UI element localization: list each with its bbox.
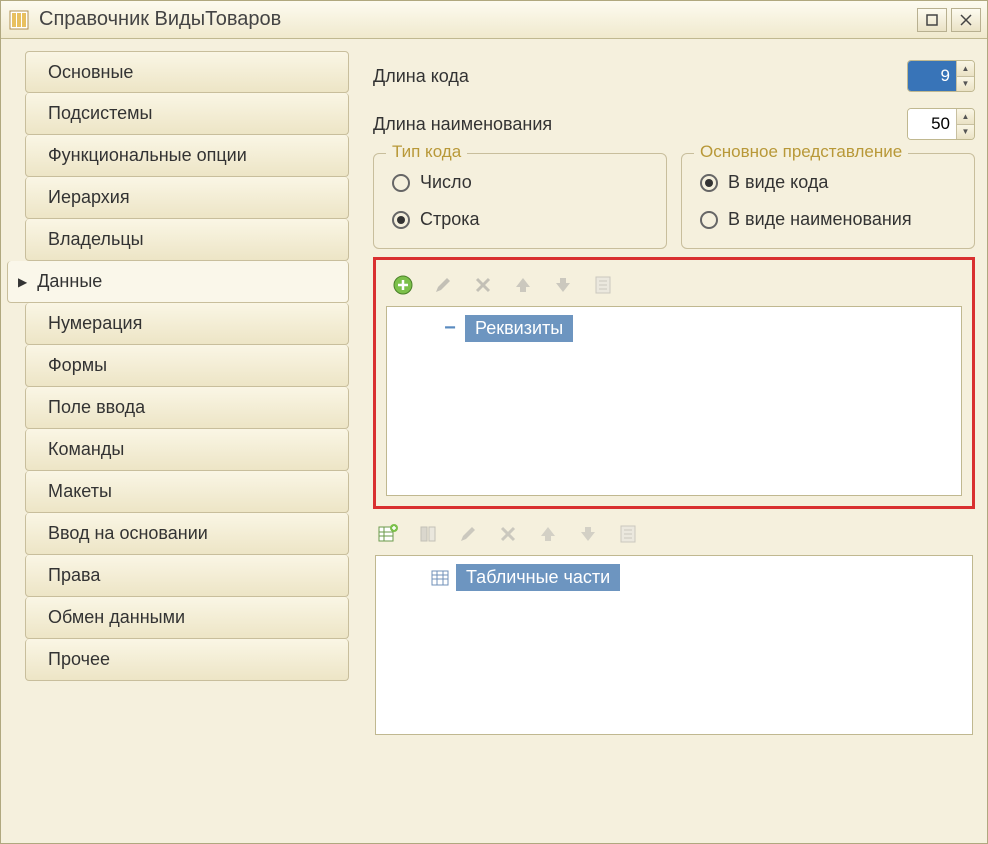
radio-label: Число	[420, 172, 472, 193]
spinner-up-icon[interactable]: ▲	[957, 61, 974, 77]
radio-as-code[interactable]: В виде кода	[700, 172, 960, 193]
sidebar-item-label: Права	[48, 565, 100, 586]
attributes-tree[interactable]: − Реквизиты	[386, 306, 962, 496]
sidebar-item-commands[interactable]: Команды	[25, 429, 349, 471]
tabular-tree[interactable]: Табличные части	[375, 555, 973, 735]
radio-number[interactable]: Число	[392, 172, 652, 193]
tabular-toolbar	[375, 517, 973, 555]
table-icon	[430, 569, 450, 587]
sidebar-item-data-exchange[interactable]: Обмен данными	[25, 597, 349, 639]
sidebar-item-label: Владельцы	[48, 229, 144, 250]
sidebar-item-other[interactable]: Прочее	[25, 639, 349, 681]
maximize-button[interactable]	[917, 8, 947, 32]
radio-icon	[392, 174, 410, 192]
window-controls	[917, 8, 981, 32]
properties-button[interactable]	[615, 521, 641, 547]
move-down-button[interactable]	[575, 521, 601, 547]
sidebar-item-label: Обмен данными	[48, 607, 185, 628]
sidebar-item-label: Иерархия	[48, 187, 130, 208]
main-presentation-fieldset: Основное представление В виде кода В вид…	[681, 153, 975, 249]
tree-root-label: Табличные части	[456, 564, 620, 591]
radio-icon	[392, 211, 410, 229]
group-row: Тип кода Число Строка Основное представл…	[373, 153, 975, 249]
window-title: Справочник ВидыТоваров	[39, 8, 917, 31]
sidebar-item-label: Формы	[48, 355, 107, 376]
sidebar-item-functional-options[interactable]: Функциональные опции	[25, 135, 349, 177]
sidebar-item-label: Основные	[48, 62, 133, 83]
name-length-input[interactable]	[908, 109, 956, 139]
sidebar-item-label: Поле ввода	[48, 397, 145, 418]
sidebar-item-label: Данные	[37, 271, 102, 292]
radio-as-name[interactable]: В виде наименования	[700, 209, 960, 230]
sidebar-item-templates[interactable]: Макеты	[25, 471, 349, 513]
window-body: Основные Подсистемы Функциональные опции…	[1, 39, 987, 843]
radio-icon	[700, 174, 718, 192]
code-length-spinner[interactable]: ▲ ▼	[907, 60, 975, 92]
add-column-button[interactable]	[415, 521, 441, 547]
delete-button[interactable]	[495, 521, 521, 547]
sidebar-item-forms[interactable]: Формы	[25, 345, 349, 387]
main-presentation-legend: Основное представление	[694, 142, 908, 162]
sidebar-item-data[interactable]: Данные	[7, 261, 349, 303]
sidebar-item-label: Прочее	[48, 649, 110, 670]
radio-label: В виде кода	[728, 172, 828, 193]
sidebar-item-label: Макеты	[48, 481, 112, 502]
sidebar-item-label: Ввод на основании	[48, 523, 208, 544]
edit-button[interactable]	[455, 521, 481, 547]
spinner-up-icon[interactable]: ▲	[957, 109, 974, 125]
code-length-row: Длина кода ▲ ▼	[373, 57, 975, 95]
sidebar-item-label: Команды	[48, 439, 124, 460]
sidebar-item-main[interactable]: Основные	[25, 51, 349, 93]
properties-button[interactable]	[590, 272, 616, 298]
sidebar-item-label: Функциональные опции	[48, 145, 247, 166]
sidebar-item-label: Нумерация	[48, 313, 142, 334]
titlebar: Справочник ВидыТоваров	[1, 1, 987, 39]
code-length-label: Длина кода	[373, 66, 907, 87]
sidebar-item-hierarchy[interactable]: Иерархия	[25, 177, 349, 219]
name-length-label: Длина наименования	[373, 114, 907, 135]
sidebar-item-input-on-basis[interactable]: Ввод на основании	[25, 513, 349, 555]
move-up-button[interactable]	[535, 521, 561, 547]
code-type-fieldset: Тип кода Число Строка	[373, 153, 667, 249]
tree-root-label: Реквизиты	[465, 315, 573, 342]
attributes-toolbar	[386, 268, 962, 306]
tabular-panel: Табличные части	[373, 517, 975, 735]
radio-icon	[700, 211, 718, 229]
sidebar-item-label: Подсистемы	[48, 103, 152, 124]
edit-button[interactable]	[430, 272, 456, 298]
collapse-icon[interactable]: −	[441, 317, 459, 340]
code-type-legend: Тип кода	[386, 142, 467, 162]
move-up-button[interactable]	[510, 272, 536, 298]
sidebar-item-owners[interactable]: Владельцы	[25, 219, 349, 261]
radio-label: Строка	[420, 209, 480, 230]
add-table-button[interactable]	[375, 521, 401, 547]
sidebar: Основные Подсистемы Функциональные опции…	[25, 51, 349, 833]
sidebar-item-rights[interactable]: Права	[25, 555, 349, 597]
attributes-panel-highlight: − Реквизиты	[373, 257, 975, 509]
name-length-row: Длина наименования ▲ ▼	[373, 105, 975, 143]
code-length-input[interactable]	[908, 61, 956, 91]
radio-string[interactable]: Строка	[392, 209, 652, 230]
app-icon	[7, 8, 31, 32]
spinner-down-icon[interactable]: ▼	[957, 77, 974, 92]
spinner-down-icon[interactable]: ▼	[957, 125, 974, 140]
tree-row[interactable]: − Реквизиты	[395, 313, 953, 344]
move-down-button[interactable]	[550, 272, 576, 298]
radio-label: В виде наименования	[728, 209, 912, 230]
window: Справочник ВидыТоваров Основные Подсисте…	[0, 0, 988, 844]
content: Длина кода ▲ ▼ Длина наименования ▲ ▼	[349, 51, 977, 833]
delete-button[interactable]	[470, 272, 496, 298]
sidebar-item-subsystems[interactable]: Подсистемы	[25, 93, 349, 135]
sidebar-item-numbering[interactable]: Нумерация	[25, 303, 349, 345]
add-button[interactable]	[390, 272, 416, 298]
name-length-spinner[interactable]: ▲ ▼	[907, 108, 975, 140]
tree-row[interactable]: Табличные части	[384, 562, 964, 593]
sidebar-item-input-field[interactable]: Поле ввода	[25, 387, 349, 429]
close-button[interactable]	[951, 8, 981, 32]
